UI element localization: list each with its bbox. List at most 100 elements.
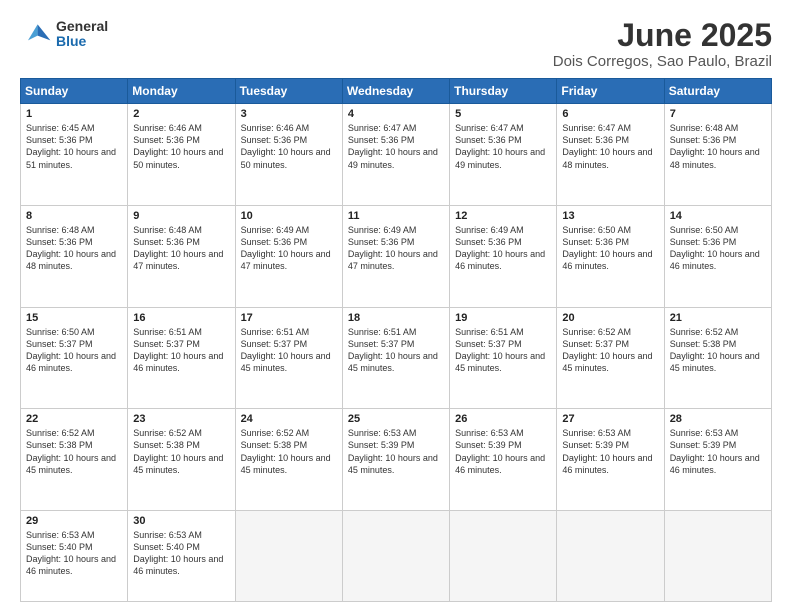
day-cell-22: 22 Sunrise: 6:52 AMSunset: 5:38 PMDaylig… [21, 409, 128, 511]
day-number: 28 [670, 413, 766, 425]
day-cell-4: 4 Sunrise: 6:47 AMSunset: 5:36 PMDayligh… [342, 104, 449, 206]
day-cell-8: 8 Sunrise: 6:48 AMSunset: 5:36 PMDayligh… [21, 205, 128, 307]
day-info: Sunrise: 6:53 AMSunset: 5:39 PMDaylight:… [562, 428, 652, 474]
day-info: Sunrise: 6:49 AMSunset: 5:36 PMDaylight:… [241, 225, 331, 271]
week-row-4: 22 Sunrise: 6:52 AMSunset: 5:38 PMDaylig… [21, 409, 772, 511]
day-cell-5: 5 Sunrise: 6:47 AMSunset: 5:36 PMDayligh… [450, 104, 557, 206]
empty-cell [235, 511, 342, 602]
day-cell-13: 13 Sunrise: 6:50 AMSunset: 5:36 PMDaylig… [557, 205, 664, 307]
calendar-title: June 2025 [553, 18, 772, 53]
day-number: 5 [455, 108, 551, 120]
col-wednesday: Wednesday [342, 79, 449, 104]
day-cell-26: 26 Sunrise: 6:53 AMSunset: 5:39 PMDaylig… [450, 409, 557, 511]
day-info: Sunrise: 6:52 AMSunset: 5:38 PMDaylight:… [133, 428, 223, 474]
day-cell-10: 10 Sunrise: 6:49 AMSunset: 5:36 PMDaylig… [235, 205, 342, 307]
day-cell-12: 12 Sunrise: 6:49 AMSunset: 5:36 PMDaylig… [450, 205, 557, 307]
day-cell-24: 24 Sunrise: 6:52 AMSunset: 5:38 PMDaylig… [235, 409, 342, 511]
day-number: 15 [26, 312, 122, 324]
col-monday: Monday [128, 79, 235, 104]
week-row-3: 15 Sunrise: 6:50 AMSunset: 5:37 PMDaylig… [21, 307, 772, 409]
day-number: 25 [348, 413, 444, 425]
day-info: Sunrise: 6:51 AMSunset: 5:37 PMDaylight:… [455, 327, 545, 373]
day-cell-18: 18 Sunrise: 6:51 AMSunset: 5:37 PMDaylig… [342, 307, 449, 409]
day-cell-29: 29 Sunrise: 6:53 AMSunset: 5:40 PMDaylig… [21, 511, 128, 602]
day-info: Sunrise: 6:53 AMSunset: 5:40 PMDaylight:… [26, 530, 116, 576]
day-number: 2 [133, 108, 229, 120]
day-number: 9 [133, 210, 229, 222]
day-info: Sunrise: 6:52 AMSunset: 5:38 PMDaylight:… [26, 428, 116, 474]
day-number: 26 [455, 413, 551, 425]
day-info: Sunrise: 6:52 AMSunset: 5:38 PMDaylight:… [670, 327, 760, 373]
col-thursday: Thursday [450, 79, 557, 104]
day-info: Sunrise: 6:53 AMSunset: 5:39 PMDaylight:… [670, 428, 760, 474]
day-number: 18 [348, 312, 444, 324]
day-info: Sunrise: 6:50 AMSunset: 5:37 PMDaylight:… [26, 327, 116, 373]
logo: General Blue [20, 18, 108, 50]
day-info: Sunrise: 6:45 AMSunset: 5:36 PMDaylight:… [26, 123, 116, 169]
day-number: 3 [241, 108, 337, 120]
day-cell-1: 1 Sunrise: 6:45 AMSunset: 5:36 PMDayligh… [21, 104, 128, 206]
day-number: 23 [133, 413, 229, 425]
day-info: Sunrise: 6:48 AMSunset: 5:36 PMDaylight:… [133, 225, 223, 271]
day-cell-21: 21 Sunrise: 6:52 AMSunset: 5:38 PMDaylig… [664, 307, 771, 409]
day-info: Sunrise: 6:52 AMSunset: 5:37 PMDaylight:… [562, 327, 652, 373]
day-cell-9: 9 Sunrise: 6:48 AMSunset: 5:36 PMDayligh… [128, 205, 235, 307]
day-number: 17 [241, 312, 337, 324]
logo-general-text: General [56, 19, 108, 34]
day-info: Sunrise: 6:47 AMSunset: 5:36 PMDaylight:… [455, 123, 545, 169]
day-cell-25: 25 Sunrise: 6:53 AMSunset: 5:39 PMDaylig… [342, 409, 449, 511]
day-info: Sunrise: 6:49 AMSunset: 5:36 PMDaylight:… [348, 225, 438, 271]
day-cell-2: 2 Sunrise: 6:46 AMSunset: 5:36 PMDayligh… [128, 104, 235, 206]
day-cell-6: 6 Sunrise: 6:47 AMSunset: 5:36 PMDayligh… [557, 104, 664, 206]
day-cell-27: 27 Sunrise: 6:53 AMSunset: 5:39 PMDaylig… [557, 409, 664, 511]
day-cell-20: 20 Sunrise: 6:52 AMSunset: 5:37 PMDaylig… [557, 307, 664, 409]
calendar-subtitle: Dois Corregos, Sao Paulo, Brazil [553, 53, 772, 70]
day-cell-14: 14 Sunrise: 6:50 AMSunset: 5:36 PMDaylig… [664, 205, 771, 307]
day-info: Sunrise: 6:50 AMSunset: 5:36 PMDaylight:… [670, 225, 760, 271]
col-saturday: Saturday [664, 79, 771, 104]
day-number: 6 [562, 108, 658, 120]
day-number: 4 [348, 108, 444, 120]
day-info: Sunrise: 6:52 AMSunset: 5:38 PMDaylight:… [241, 428, 331, 474]
day-cell-17: 17 Sunrise: 6:51 AMSunset: 5:37 PMDaylig… [235, 307, 342, 409]
day-number: 8 [26, 210, 122, 222]
day-info: Sunrise: 6:48 AMSunset: 5:36 PMDaylight:… [670, 123, 760, 169]
day-cell-16: 16 Sunrise: 6:51 AMSunset: 5:37 PMDaylig… [128, 307, 235, 409]
day-cell-19: 19 Sunrise: 6:51 AMSunset: 5:37 PMDaylig… [450, 307, 557, 409]
day-number: 29 [26, 515, 122, 527]
day-number: 22 [26, 413, 122, 425]
header-row: Sunday Monday Tuesday Wednesday Thursday… [21, 79, 772, 104]
day-cell-28: 28 Sunrise: 6:53 AMSunset: 5:39 PMDaylig… [664, 409, 771, 511]
day-info: Sunrise: 6:51 AMSunset: 5:37 PMDaylight:… [348, 327, 438, 373]
day-info: Sunrise: 6:53 AMSunset: 5:40 PMDaylight:… [133, 530, 223, 576]
header: General Blue June 2025 Dois Corregos, Sa… [20, 18, 772, 70]
day-info: Sunrise: 6:47 AMSunset: 5:36 PMDaylight:… [348, 123, 438, 169]
day-info: Sunrise: 6:46 AMSunset: 5:36 PMDaylight:… [133, 123, 223, 169]
col-tuesday: Tuesday [235, 79, 342, 104]
day-info: Sunrise: 6:47 AMSunset: 5:36 PMDaylight:… [562, 123, 652, 169]
day-number: 20 [562, 312, 658, 324]
day-number: 16 [133, 312, 229, 324]
week-row-5: 29 Sunrise: 6:53 AMSunset: 5:40 PMDaylig… [21, 511, 772, 602]
day-cell-23: 23 Sunrise: 6:52 AMSunset: 5:38 PMDaylig… [128, 409, 235, 511]
day-info: Sunrise: 6:46 AMSunset: 5:36 PMDaylight:… [241, 123, 331, 169]
logo-icon [20, 18, 52, 50]
empty-cell [557, 511, 664, 602]
page: General Blue June 2025 Dois Corregos, Sa… [0, 0, 792, 612]
day-info: Sunrise: 6:49 AMSunset: 5:36 PMDaylight:… [455, 225, 545, 271]
day-cell-30: 30 Sunrise: 6:53 AMSunset: 5:40 PMDaylig… [128, 511, 235, 602]
day-number: 21 [670, 312, 766, 324]
day-cell-3: 3 Sunrise: 6:46 AMSunset: 5:36 PMDayligh… [235, 104, 342, 206]
empty-cell [664, 511, 771, 602]
day-info: Sunrise: 6:51 AMSunset: 5:37 PMDaylight:… [241, 327, 331, 373]
day-number: 1 [26, 108, 122, 120]
day-number: 14 [670, 210, 766, 222]
day-number: 30 [133, 515, 229, 527]
day-number: 19 [455, 312, 551, 324]
day-cell-15: 15 Sunrise: 6:50 AMSunset: 5:37 PMDaylig… [21, 307, 128, 409]
day-info: Sunrise: 6:53 AMSunset: 5:39 PMDaylight:… [348, 428, 438, 474]
day-number: 27 [562, 413, 658, 425]
week-row-1: 1 Sunrise: 6:45 AMSunset: 5:36 PMDayligh… [21, 104, 772, 206]
day-info: Sunrise: 6:53 AMSunset: 5:39 PMDaylight:… [455, 428, 545, 474]
day-info: Sunrise: 6:50 AMSunset: 5:36 PMDaylight:… [562, 225, 652, 271]
